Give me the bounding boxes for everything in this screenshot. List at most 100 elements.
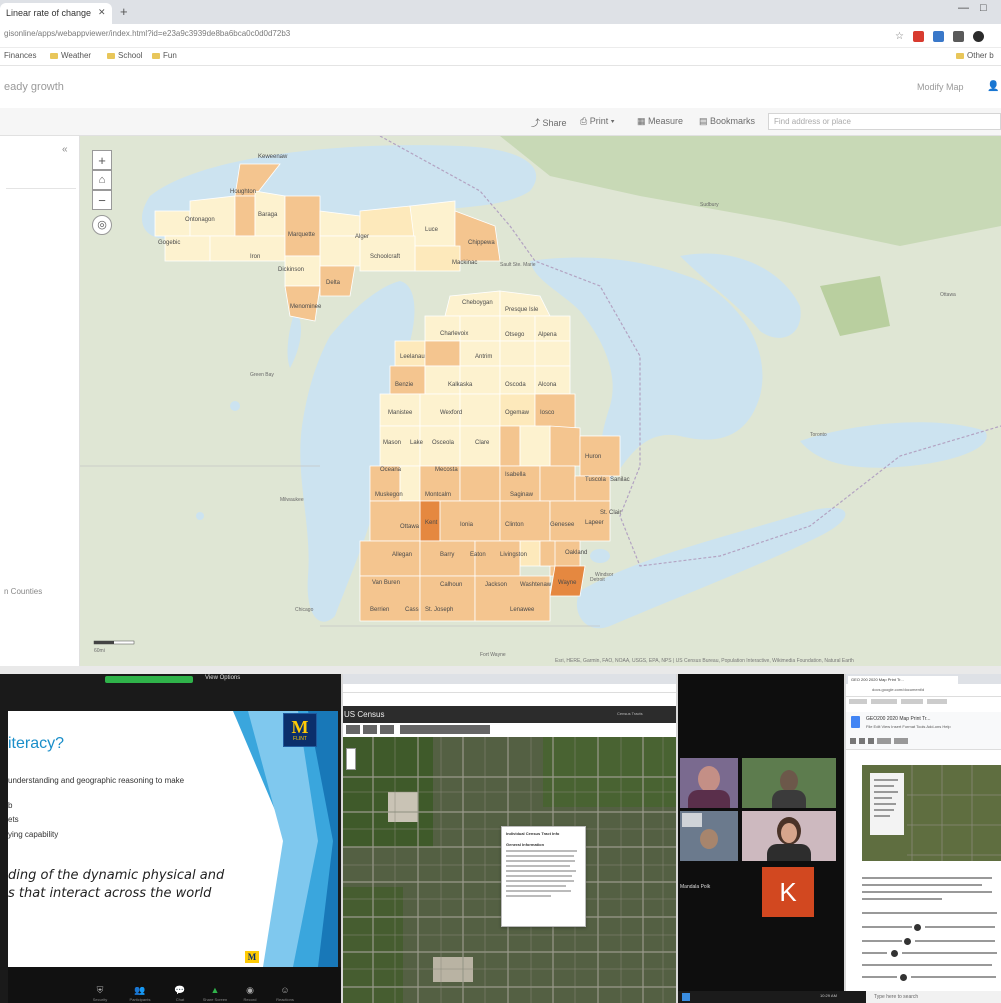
bookmark-school[interactable]: School [107,51,142,60]
place-label-chicago: Chicago [295,607,314,613]
minimize-icon[interactable]: — [958,2,969,14]
county-label-eaton: Eaton [470,552,486,558]
county-label-lake: Lake [410,440,424,446]
doc-text-line [862,964,992,966]
print-button[interactable]: ⎙ Print ▾ [580,116,615,127]
bookmark-weather[interactable]: Weather [50,51,91,60]
locate-button[interactable]: ◎ [92,215,112,235]
toolbar-button[interactable] [868,738,874,744]
extension-puzzle-icon[interactable] [952,30,964,42]
participants-button[interactable]: 👥 Participants [125,986,155,1003]
url-field[interactable]: gisonline/apps/webappviewer/index.html?i… [4,29,864,43]
extension-blue-icon[interactable] [932,30,944,42]
toolbar-button[interactable] [877,738,891,744]
start-icon[interactable] [682,993,690,1001]
taskbar-search[interactable]: Type here to search [866,991,1001,1003]
county-label-baraga: Baraga [258,212,278,218]
measure-button[interactable]: ▦ Measure [637,116,683,127]
person-body [767,844,811,861]
participant-video[interactable] [680,758,738,808]
docs-menu[interactable]: File Edit View Insert Format Tools Add-o… [866,724,951,729]
doc-text-line [862,976,897,978]
inland-lake [196,512,204,520]
browser-tab-bar [343,674,676,684]
tract-info-popup: Individual Census Tract Info General Inf… [501,826,586,927]
slide-bullet: understanding and geographic reasoning t… [8,776,185,785]
census-button[interactable] [380,725,394,734]
popup-text-line [506,895,551,897]
doc-text-line [862,898,942,900]
chat-button[interactable]: 💬 Chat [165,986,195,1003]
doc-title[interactable]: GEO200 2020 Map Print Tr... [866,716,930,722]
zoom-out-button[interactable]: − [92,190,112,210]
view-options-label[interactable]: View Options [205,675,240,681]
census-button[interactable] [346,725,360,734]
docs-tab[interactable]: GEO 200 2020 Map Print Tr... [848,676,958,684]
participant-video[interactable] [742,758,836,808]
county-label-ottawa: Ottawa [400,524,420,530]
bookmark-other[interactable]: Other b [956,51,994,60]
county-label-leelanau: Leelanau [400,354,425,360]
person-head [700,829,718,849]
home-button[interactable]: ⌂ [92,170,112,190]
census-search[interactable] [400,725,490,734]
browser-tab[interactable]: Linear rate of change [0,3,112,24]
modify-map-link[interactable]: Modify Map [917,82,964,92]
user-icon[interactable]: 👤 [987,81,999,92]
participant-video[interactable] [742,811,836,861]
participant-initial-tile[interactable]: K [762,867,814,917]
bookmark-chip[interactable] [871,699,897,704]
bookmark-chip[interactable] [927,699,947,704]
county-label-huron: Huron [585,454,601,460]
reactions-button[interactable]: ☺ Reactions [270,985,300,1003]
census-button[interactable] [363,725,377,734]
census-title: US Census [344,710,385,719]
security-button[interactable]: ⛨ Security [85,986,115,1003]
county-label-iosco: Iosco [540,410,555,416]
share-button[interactable]: ⤴ Share [531,116,567,129]
maximize-icon[interactable]: □ [980,2,987,14]
zoom-share-indicator [105,676,193,683]
search-input[interactable]: Find address or place [768,113,1001,130]
collapse-icon[interactable]: « [62,144,68,155]
county-label-muskegon: Muskegon [375,492,403,498]
bookmark-chip[interactable] [901,699,923,704]
toolbar-button[interactable] [850,738,856,744]
popup-text-line [506,890,571,892]
bookmark-chip[interactable] [849,699,867,704]
bookmark-fun[interactable]: Fun [152,51,177,60]
doc-map-screenshot [862,765,1001,869]
close-tab-icon[interactable]: ✕ [98,7,106,18]
scale-label: 60mi [94,648,105,654]
zoom-buttons[interactable] [346,748,356,770]
extension-red-icon[interactable] [912,30,924,42]
county-label-presque-isle: Presque Isle [505,307,539,313]
census-header-link[interactable]: Census Tracts [617,711,643,716]
bookmarks-button[interactable]: ▤ Bookmarks [699,116,755,127]
extension-icons: ☆ [895,28,984,44]
map-attribution: Esri, HERE, Garmin, FAO, NOAA, USGS, EPA… [555,658,854,664]
map-view[interactable]: Keweenaw Houghton Baraga Ontonagon Gogeb… [80,136,1001,666]
toolbar-button[interactable] [859,738,865,744]
toolbar-button[interactable] [894,738,908,744]
bookmark-finances[interactable]: Finances [4,51,36,60]
new-tab-icon[interactable]: + [120,4,128,19]
profile-icon[interactable] [972,30,984,42]
county-label-lenawee: Lenawee [510,607,535,613]
record-button[interactable]: ◉ Record [235,985,265,1003]
place-label-milwaukee: Milwaukee [280,497,304,503]
popup-text-line [506,870,576,872]
participant-video[interactable] [680,811,738,861]
county-label-wexford: Wexford [440,410,462,416]
docs-icon[interactable] [851,716,860,728]
reactions-icon: ☺ [280,985,290,995]
record-icon: ◉ [246,985,254,995]
star-icon[interactable]: ☆ [895,31,904,42]
county-label-houghton: Houghton [230,189,256,195]
docs-url[interactable]: docs.google.com/document/d [872,687,924,692]
share-screen-button[interactable]: ▲ Share Screen [200,986,230,1003]
bookmark-label: Weather [61,51,92,60]
zoom-in-button[interactable]: + [92,150,112,170]
popup-text-line [506,860,575,862]
county-label-mason: Mason [383,440,401,446]
